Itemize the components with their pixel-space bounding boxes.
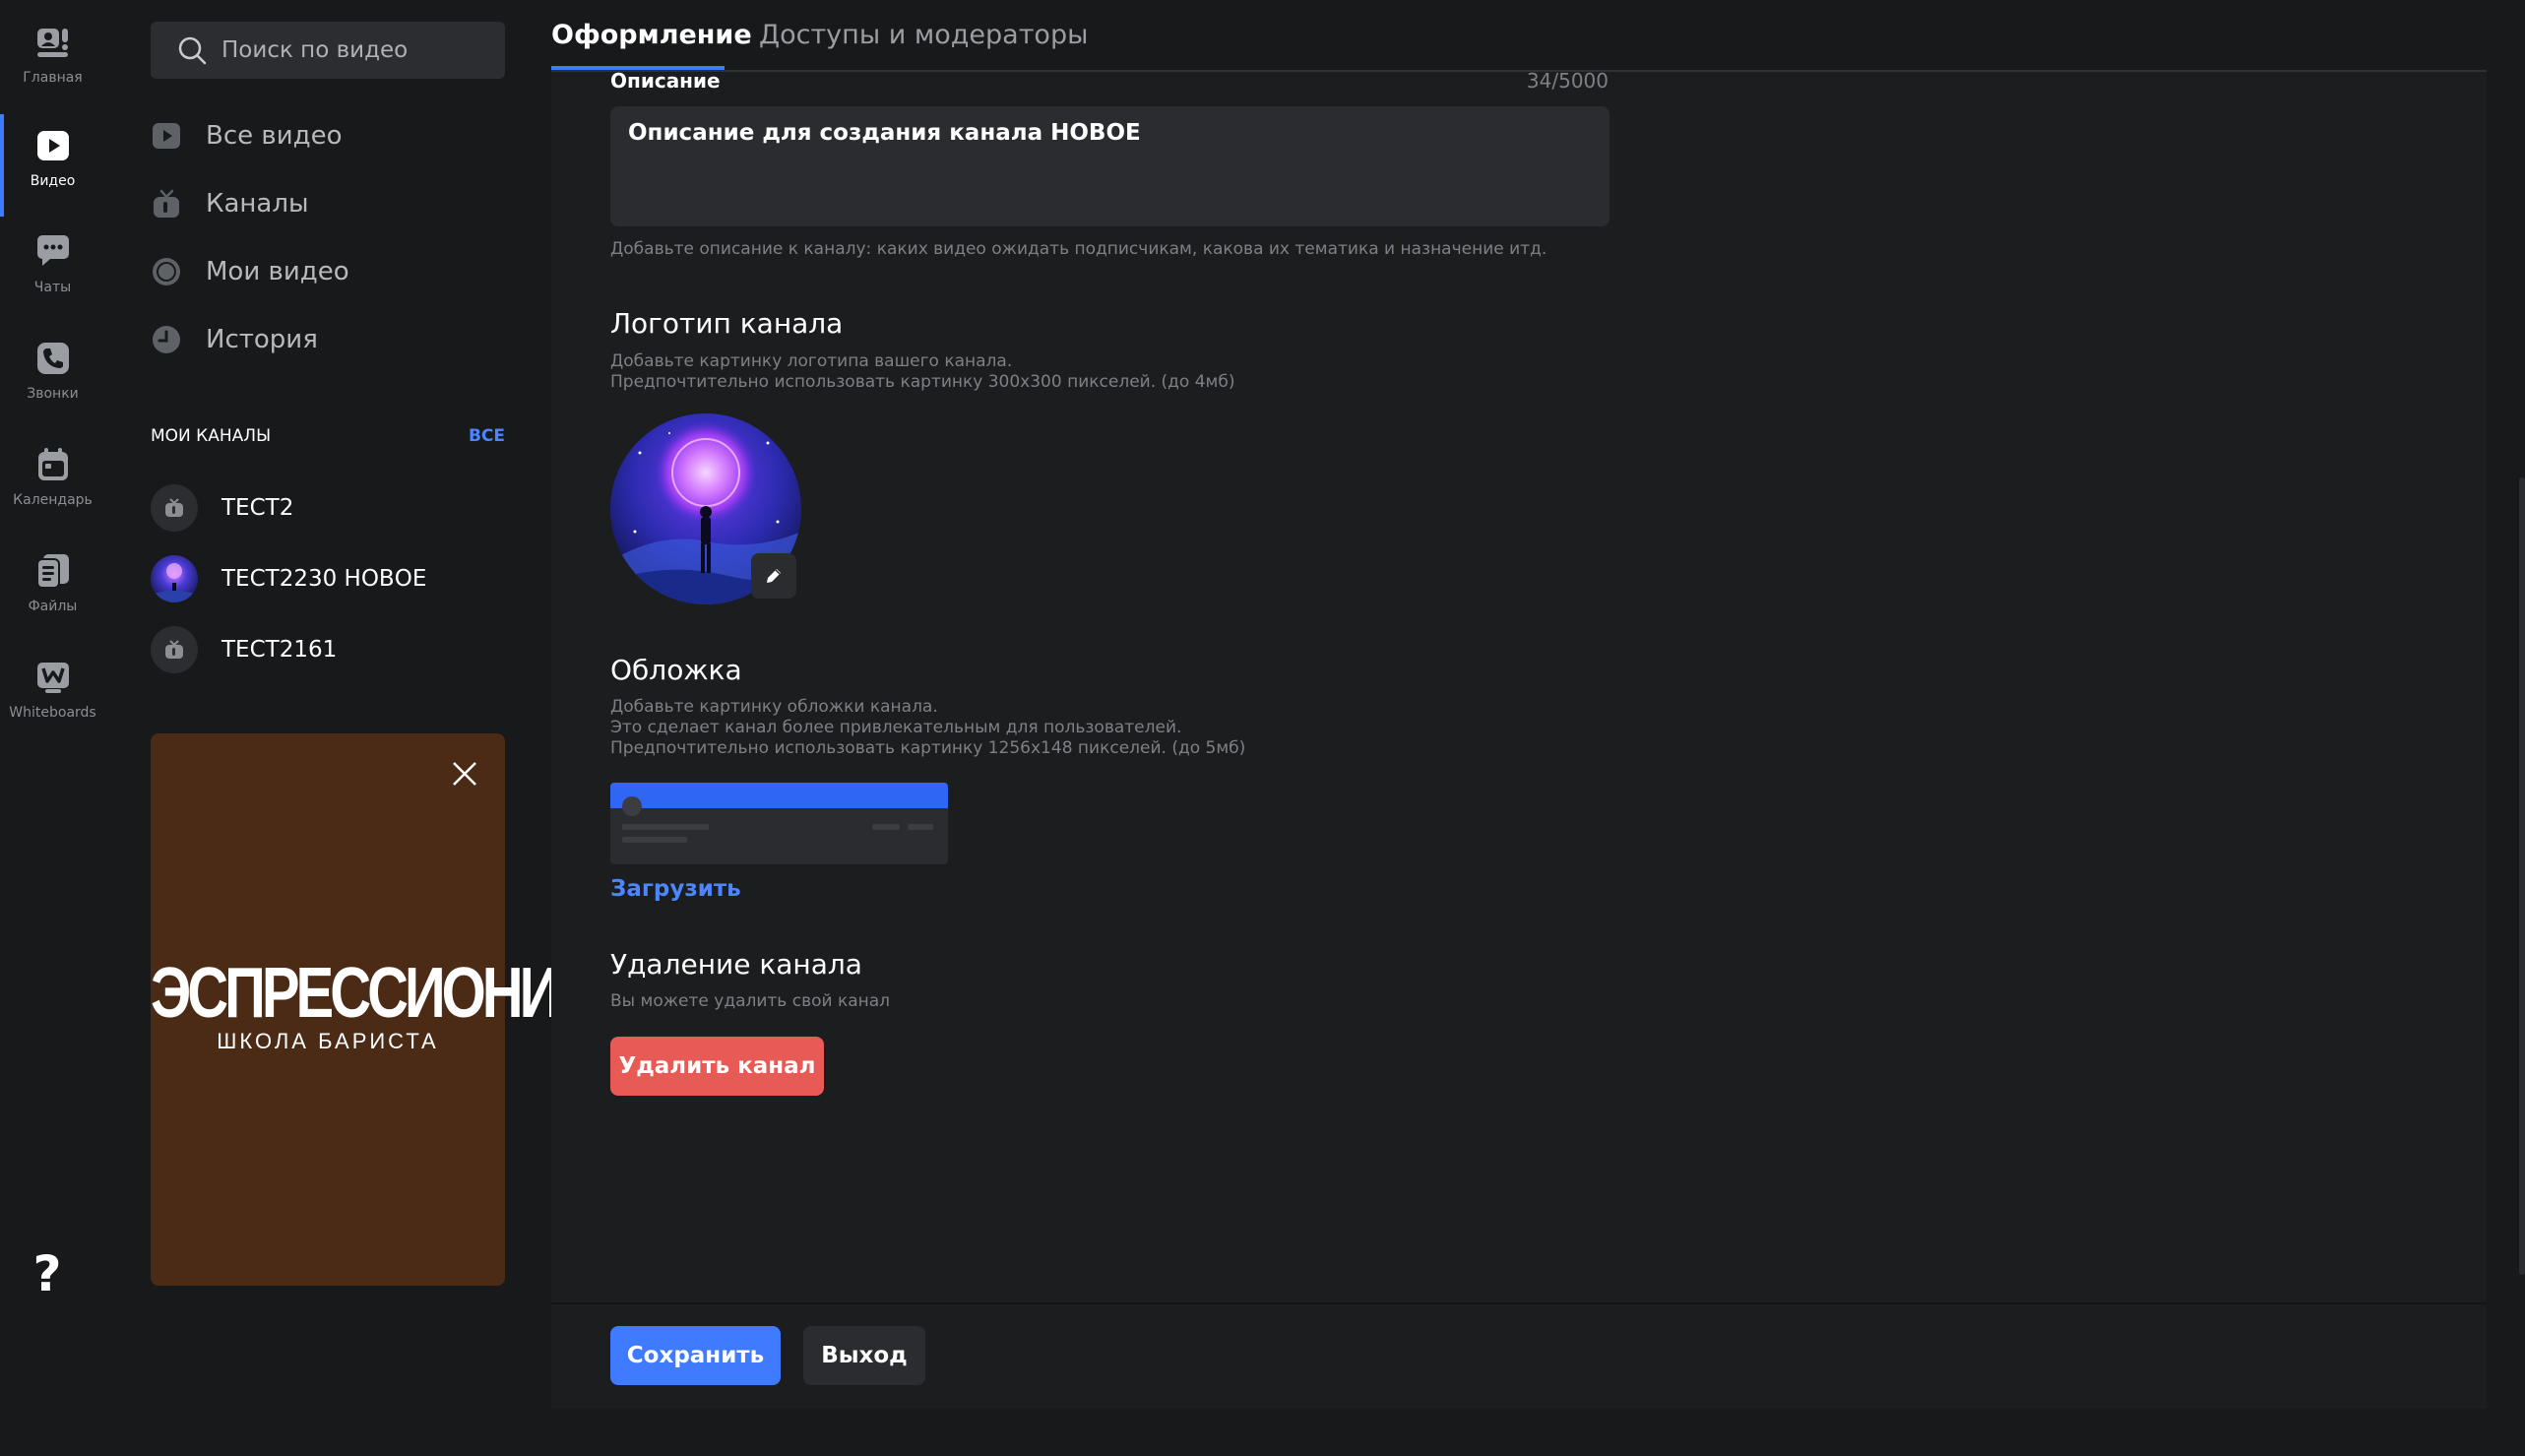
exit-button[interactable]: Выход	[803, 1326, 925, 1385]
tab-access-moderators[interactable]: Доступы и модераторы	[759, 20, 1088, 50]
delete-hint: Вы можете удалить свой канал	[610, 991, 891, 1011]
cover-placeholder	[610, 783, 948, 864]
nav-my-videos[interactable]: Мои видео	[151, 242, 505, 301]
rail-item-calls[interactable]: Звонки	[0, 321, 105, 419]
description-hint: Добавьте описание к каналу: каких видео …	[610, 239, 1547, 259]
rail-label: Чаты	[33, 280, 72, 295]
files-icon	[35, 554, 69, 589]
delete-section-title: Удаление канала	[610, 948, 862, 981]
rail-item-whiteboards[interactable]: Whiteboards	[0, 640, 105, 738]
cover-line	[908, 824, 933, 830]
save-button[interactable]: Сохранить	[610, 1326, 781, 1385]
description-textarea[interactable]: Описание для создания канала НОВОЕ	[610, 106, 1610, 226]
channel-name: ТЕСТ2161	[221, 637, 338, 663]
cover-hint-3: Предпочтительно использовать картинку 12…	[610, 738, 1246, 758]
nav-label: История	[206, 325, 318, 354]
all-channels-link[interactable]: ВСЕ	[469, 426, 505, 446]
my-channels-header: МОИ КАНАЛЫ ВСЕ	[151, 426, 505, 446]
galaxy-avatar-icon	[151, 555, 198, 602]
description-label: Описание	[610, 69, 721, 93]
nav-label: Все видео	[206, 121, 343, 151]
video-sidebar: Все видео Каналы Мои видео История МОИ К…	[105, 0, 627, 1456]
nav-channels[interactable]: Каналы	[151, 174, 505, 233]
channel-avatar	[151, 555, 198, 602]
my-channels-title: МОИ КАНАЛЫ	[151, 426, 272, 446]
close-icon[interactable]	[450, 759, 479, 789]
tv-icon	[165, 498, 183, 517]
search-input[interactable]	[221, 37, 497, 63]
rail-label: Календарь	[13, 492, 93, 508]
nav-all-videos[interactable]: Все видео	[151, 106, 505, 165]
delete-channel-button[interactable]: Удалить канал	[610, 1037, 824, 1096]
rail-label: Файлы	[28, 599, 78, 614]
cover-line	[622, 824, 709, 830]
whiteboard-icon	[36, 663, 69, 693]
video-icon	[36, 131, 69, 160]
rail-item-chats[interactable]: Чаты	[0, 215, 105, 313]
phone-icon	[36, 343, 69, 374]
play-square-icon	[153, 123, 180, 149]
promo-subtitle: ШКОЛА БАРИСТА	[217, 1029, 439, 1053]
channel-item[interactable]: ТЕСТ2	[151, 480, 505, 536]
tv-icon	[154, 189, 179, 218]
cover-hint-1: Добавьте картинку обложки канала.	[610, 697, 938, 717]
cover-line	[622, 837, 687, 843]
nav-history[interactable]: История	[151, 310, 505, 369]
logo-hint-1: Добавьте картинку логотипа вашего канала…	[610, 351, 1013, 371]
rail-label: Видео	[30, 173, 76, 189]
tv-icon	[165, 640, 183, 659]
cover-section-title: Обложка	[610, 654, 742, 686]
pencil-icon	[767, 569, 781, 583]
description-counter: 34/5000	[1526, 69, 1609, 93]
rail-label: Whiteboards	[9, 705, 96, 721]
rail-item-video[interactable]: Видео	[0, 108, 105, 217]
cover-avatar-placeholder	[622, 796, 642, 816]
channel-item[interactable]: ТЕСТ2230 НОВОЕ	[151, 551, 505, 606]
nav-label: Каналы	[206, 189, 309, 219]
promo-banner[interactable]: ЭСПРЕССИОНИСТ ШКОЛА БАРИСТА	[151, 733, 627, 1286]
nav-label: Мои видео	[206, 257, 349, 286]
help-icon[interactable]: ?	[28, 1245, 67, 1302]
calendar-icon	[37, 448, 68, 480]
home-icon	[36, 29, 68, 57]
channel-name: ТЕСТ2230 НОВОЕ	[221, 566, 427, 592]
channel-avatar	[151, 626, 198, 673]
tab-design[interactable]: Оформление	[551, 20, 752, 50]
settings-tabs: Оформление Доступы и модераторы	[551, 0, 2487, 72]
record-icon	[153, 258, 180, 285]
cover-hint-2: Это сделает канал более привлекательным …	[610, 718, 1182, 737]
rail-label: Главная	[23, 70, 83, 86]
cover-line	[872, 824, 900, 830]
rail-item-files[interactable]: Файлы	[0, 534, 105, 632]
channel-name: ТЕСТ2	[221, 495, 294, 521]
edit-logo-button[interactable]	[751, 553, 796, 599]
search-box[interactable]	[151, 22, 505, 79]
promo-brand: ЭСПРЕССИОНИСТ	[151, 952, 627, 1034]
logo-hint-2: Предпочтительно использовать картинку 30…	[610, 372, 1235, 392]
clock-icon	[153, 326, 180, 353]
rail-label: Звонки	[27, 386, 79, 402]
upload-cover-link[interactable]: Загрузить	[610, 876, 741, 902]
search-icon	[178, 36, 207, 65]
cover-banner-bar	[610, 783, 948, 808]
chat-icon	[36, 235, 69, 266]
rail-item-home[interactable]: Главная	[0, 5, 105, 103]
channel-item[interactable]: ТЕСТ2161	[151, 622, 505, 677]
channel-avatar	[151, 484, 198, 532]
logo-section-title: Логотип канала	[610, 307, 844, 340]
rail-item-calendar[interactable]: Календарь	[0, 427, 105, 526]
page-scrollbar[interactable]	[2519, 477, 2525, 1275]
app-rail: Главная Видео Чаты Звонки Календарь Файл…	[0, 0, 105, 1456]
